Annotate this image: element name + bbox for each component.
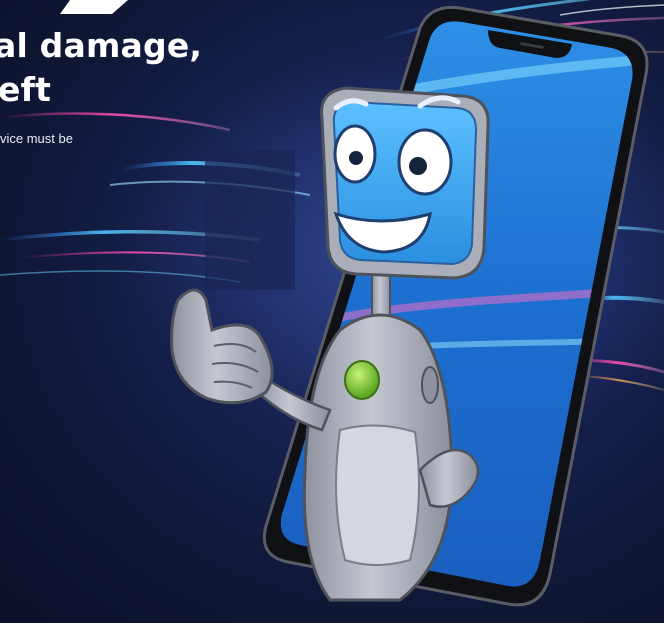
robot-belly-panel: [335, 424, 420, 566]
phone-illustration: [170, 5, 649, 607]
robot-green-button: [344, 360, 380, 400]
thumbs-up-hand-icon: [170, 288, 274, 405]
robot-left-pupil: [349, 151, 363, 165]
robot-side-knob: [421, 366, 439, 404]
robot-neck: [371, 269, 391, 321]
robot-right-pupil: [409, 157, 427, 175]
hero-banner: al damage, eft vice must be: [0, 0, 664, 623]
